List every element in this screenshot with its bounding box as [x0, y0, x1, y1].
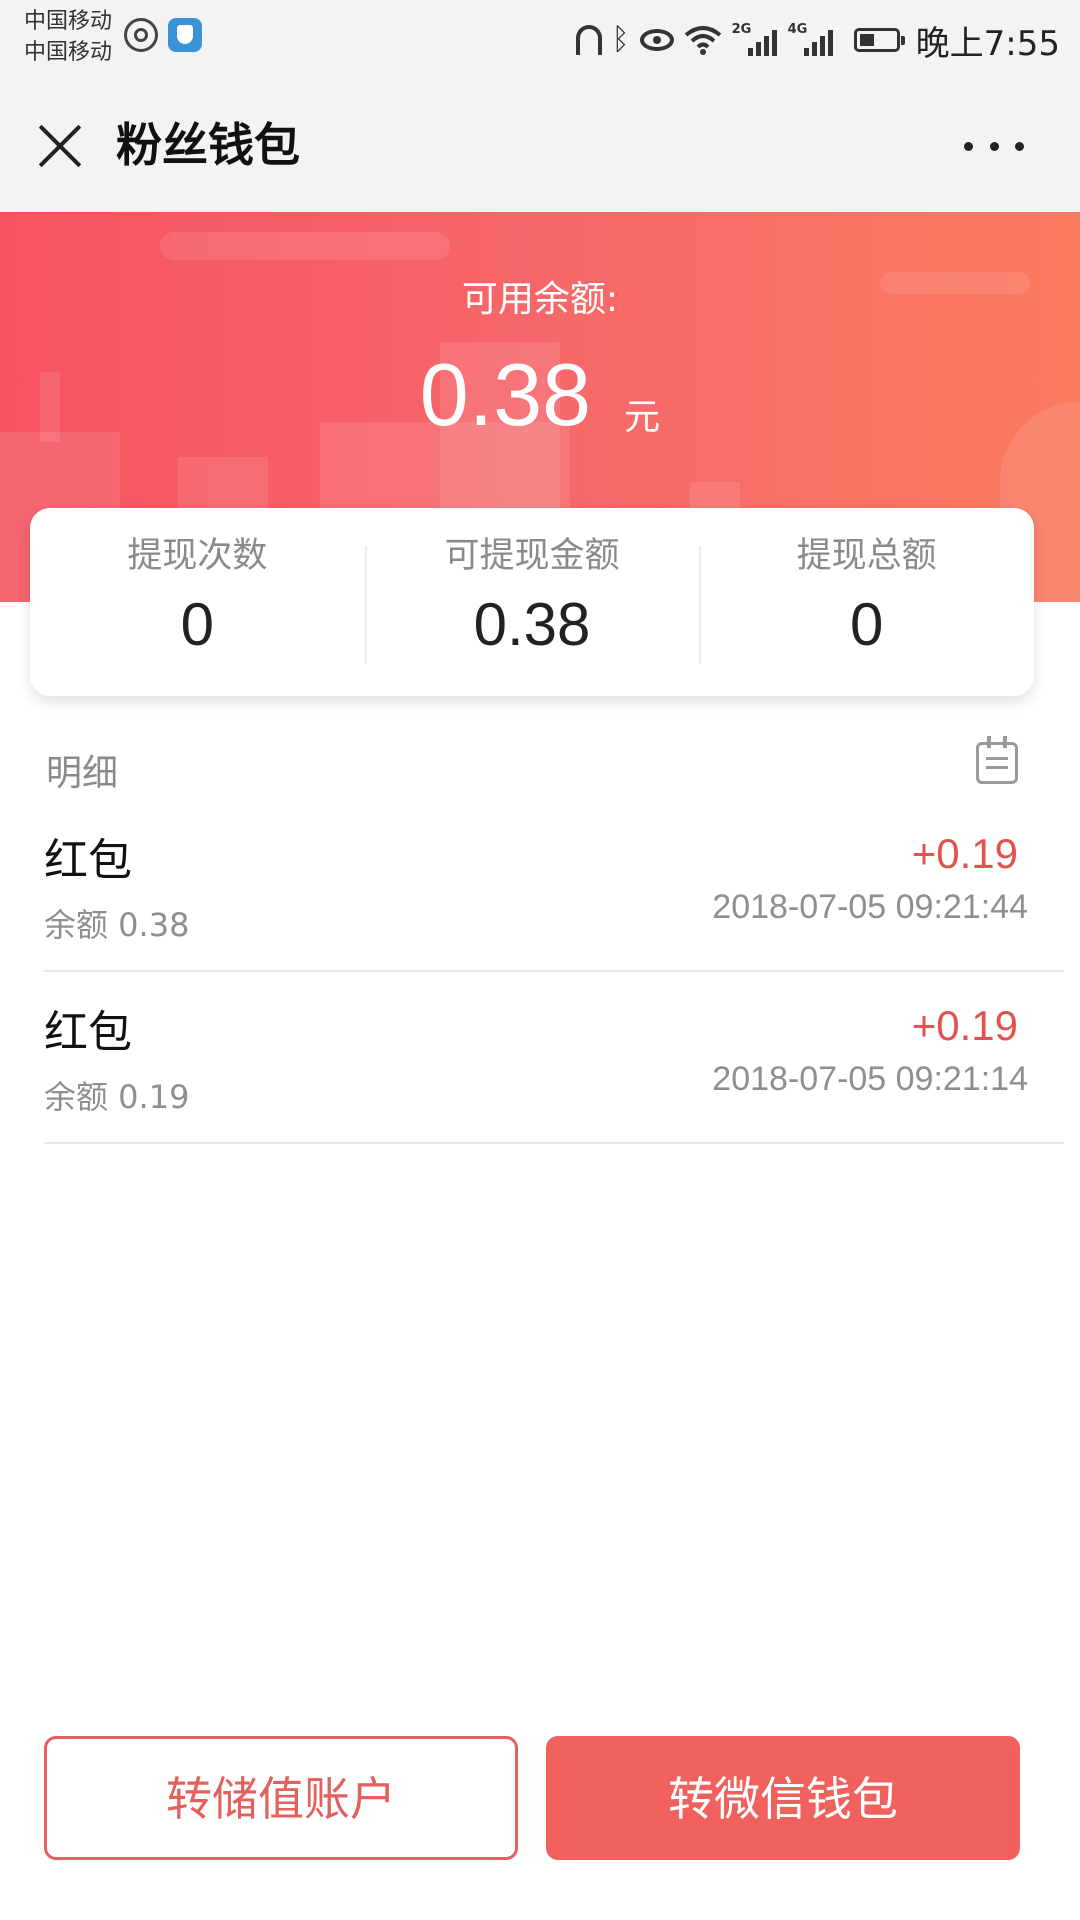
transfer-to-stored-account-button[interactable]: 转储值账户: [44, 1736, 518, 1860]
close-icon[interactable]: [34, 120, 86, 172]
stat-label: 提现次数: [127, 536, 268, 576]
stat-withdraw-count: 提现次数 0: [30, 508, 365, 696]
fan-wallet-page: 中国移动 中国移动 ᛒ 2G 4G 晚上7:55 粉丝钱包 可用余额: 0.38…: [0, 0, 1080, 1920]
eye-icon: [639, 29, 674, 51]
stat-value: 0: [180, 591, 215, 658]
record-type: 红包: [44, 1007, 132, 1058]
carrier-labels: 中国移动 中国移动: [24, 6, 112, 68]
shield-app-icon: [168, 18, 202, 52]
weibo-icon: [124, 18, 158, 52]
status-indicators: ᛒ 2G 4G 晚上7:55: [575, 10, 1060, 70]
balance-unit: 元: [624, 397, 661, 438]
banner-decoration: [160, 232, 450, 260]
status-app-icons: [124, 18, 202, 52]
status-bar: 中国移动 中国移动 ᛒ 2G 4G 晚上7:55: [0, 0, 1080, 80]
page-title: 粉丝钱包: [116, 118, 300, 172]
withdraw-stats-card: 提现次数 0 可提现金额 0.38 提现总额 0: [30, 508, 1034, 696]
record-balance: 余额 0.38: [44, 906, 190, 944]
signal-icon: 2G: [732, 22, 778, 56]
record-amount: +0.19: [911, 1002, 1018, 1049]
stat-withdrawable-amount: 可提现金额 0.38: [364, 508, 700, 696]
calendar-icon[interactable]: [976, 736, 1018, 784]
balance-amount: 0.38: [419, 345, 592, 444]
carrier-1: 中国移动: [24, 9, 113, 34]
stat-value: 0: [849, 591, 884, 658]
record-balance: 余额 0.19: [44, 1078, 190, 1116]
carrier-2: 中国移动: [24, 40, 113, 65]
details-title: 明细: [46, 753, 119, 794]
list-item[interactable]: 红包 余额 0.38 +0.19 2018-07-05 09:21:44: [44, 800, 1064, 972]
more-icon[interactable]: [964, 136, 1024, 156]
transfer-to-wechat-wallet-button[interactable]: 转微信钱包: [546, 1736, 1020, 1860]
available-balance: 0.38 元: [0, 340, 1080, 450]
status-time: 晚上7:55: [915, 23, 1060, 64]
stat-label: 提现总额: [796, 536, 937, 576]
record-amount: +0.19: [911, 830, 1018, 877]
record-time: 2018-07-05 09:21:14: [712, 1060, 1028, 1098]
signal-icon: 4G: [788, 22, 834, 56]
battery-icon: [853, 28, 905, 52]
stat-withdraw-total: 提现总额 0: [699, 508, 1034, 696]
headset-icon: [575, 25, 602, 55]
record-type: 红包: [44, 835, 132, 886]
bluetooth-icon: ᛒ: [611, 22, 630, 57]
list-item[interactable]: 红包 余额 0.19 +0.19 2018-07-05 09:21:14: [44, 972, 1064, 1144]
nav-bar: 粉丝钱包: [0, 80, 1080, 212]
available-balance-label: 可用余额:: [461, 279, 619, 320]
record-time: 2018-07-05 09:21:44: [712, 888, 1028, 926]
stat-label: 可提现金额: [444, 536, 620, 576]
stat-value: 0.38: [473, 591, 591, 658]
wifi-icon: [684, 25, 722, 55]
